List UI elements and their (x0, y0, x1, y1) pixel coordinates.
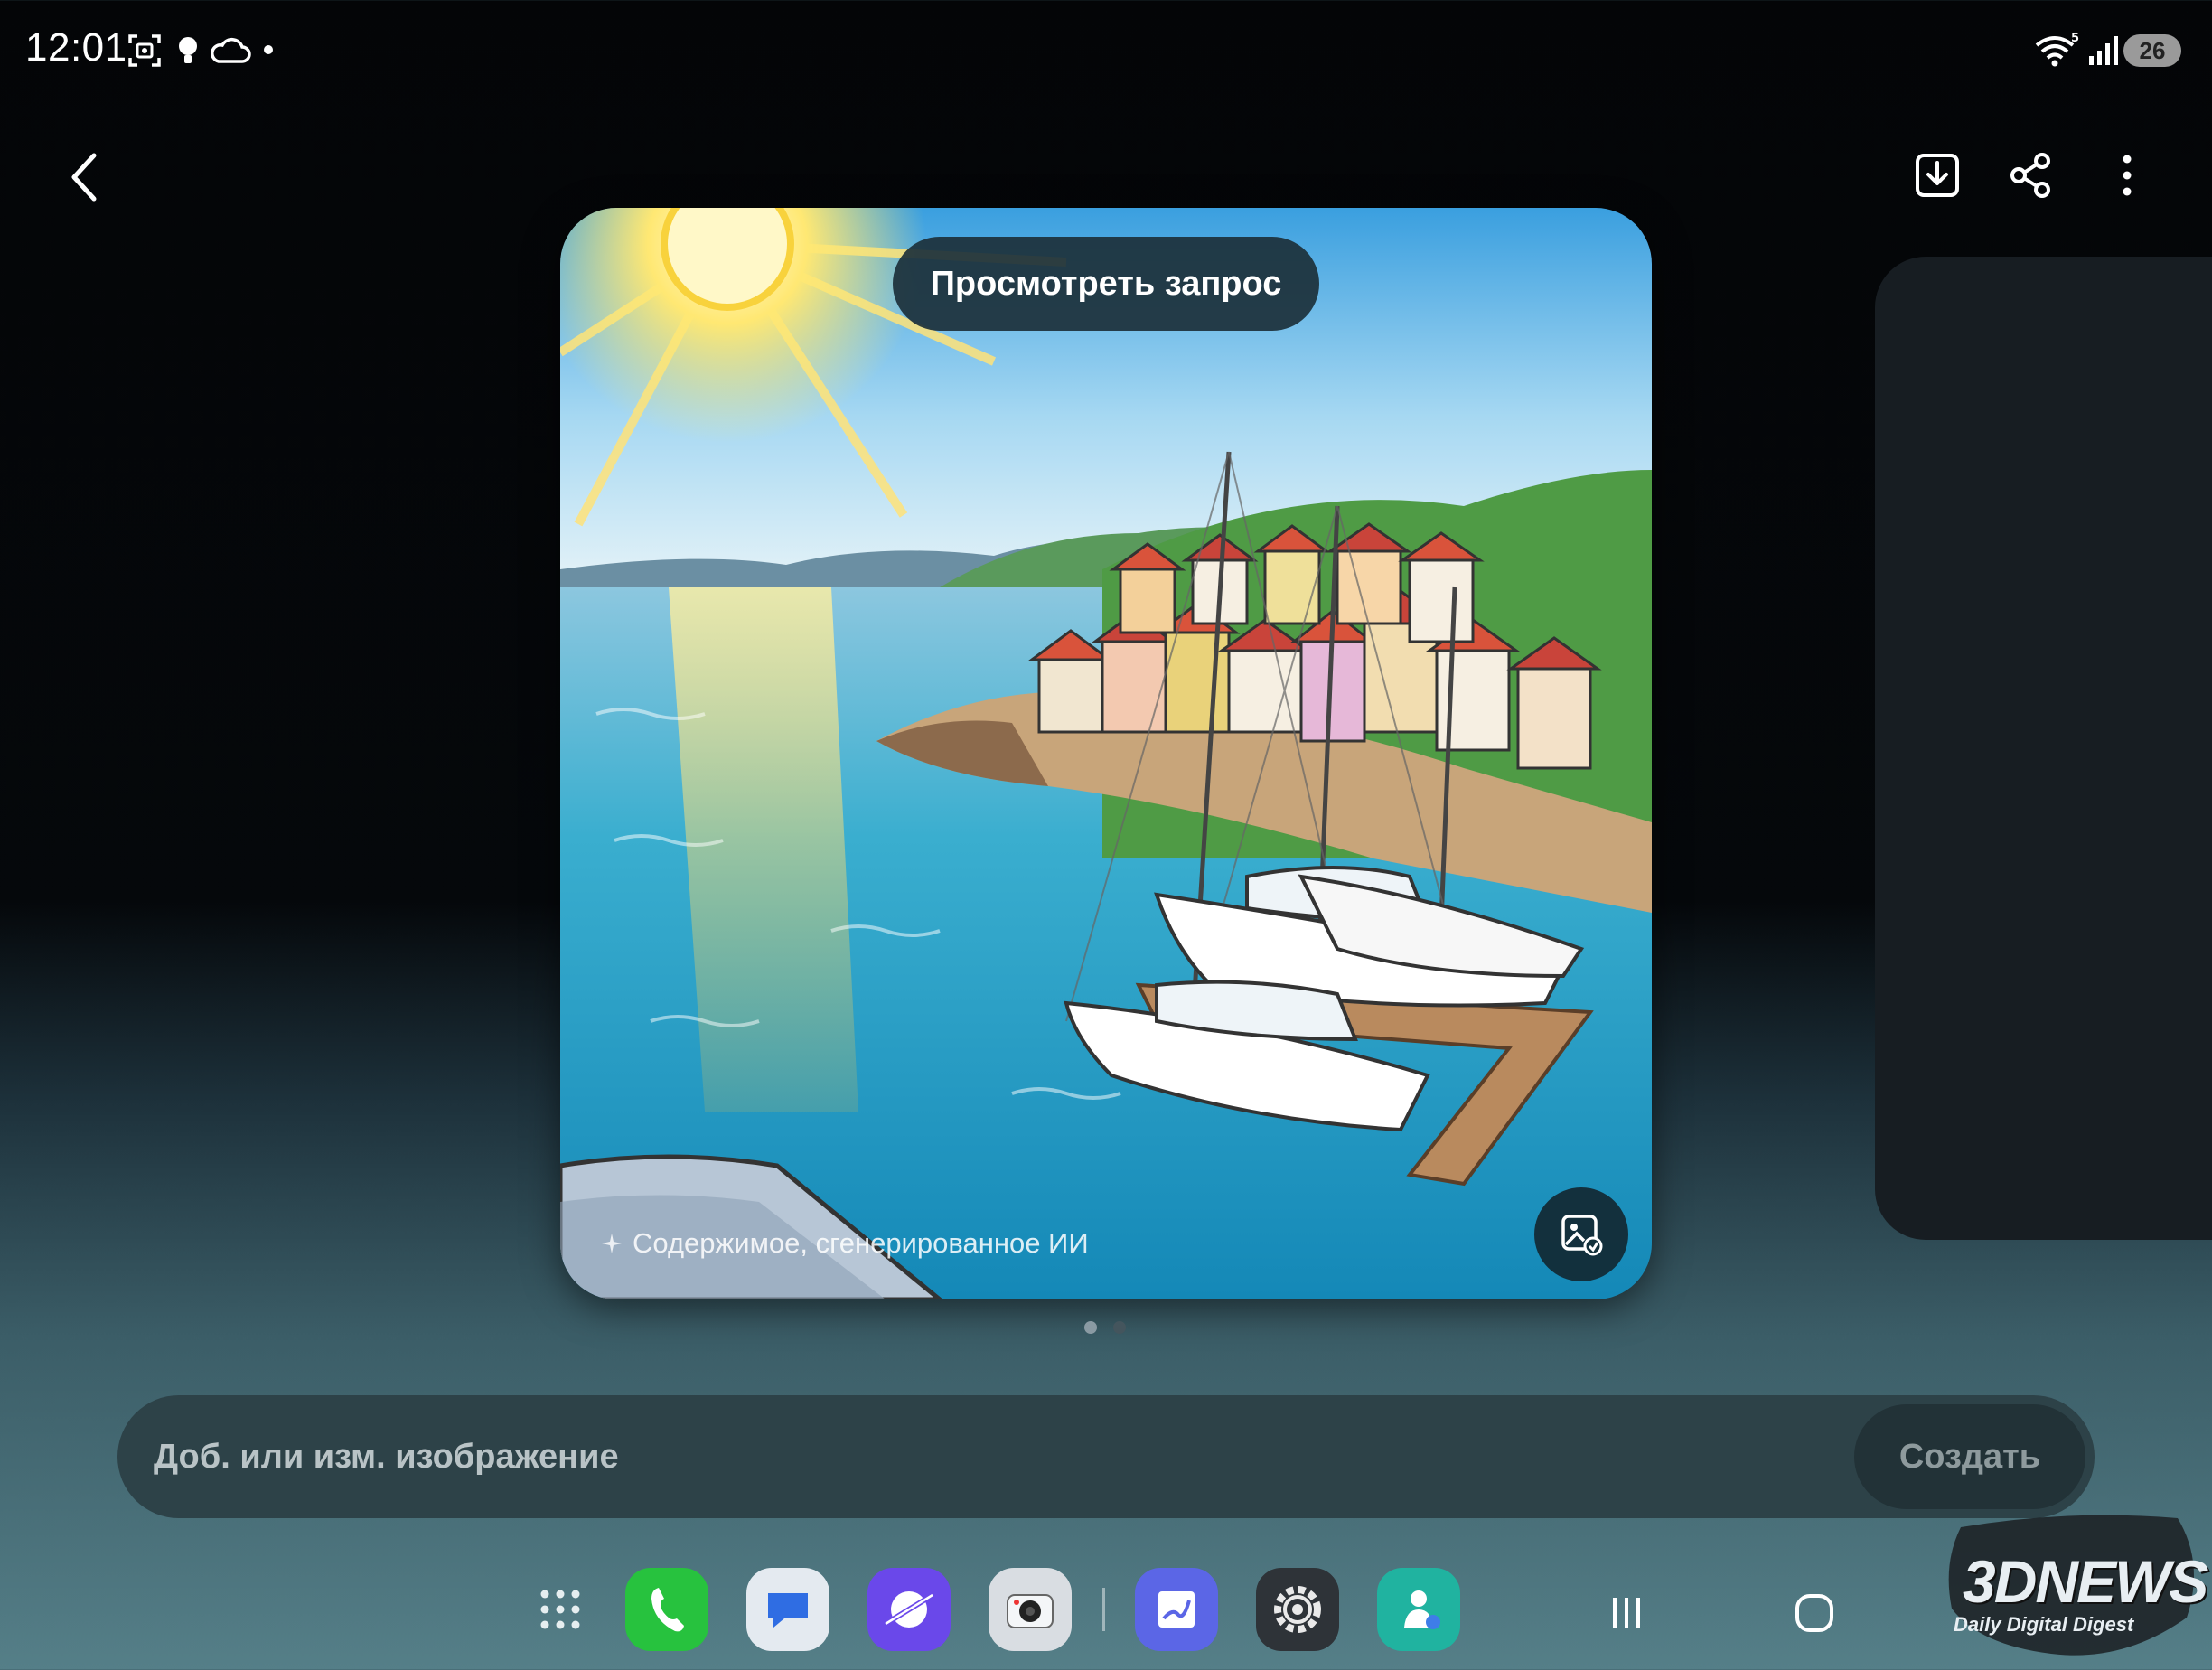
chevron-left-icon (71, 153, 97, 202)
status-bar: 12:01 5 26 (0, 0, 2212, 99)
signal-icon (2089, 36, 2118, 65)
phone-app-icon (651, 1588, 684, 1632)
messages-app[interactable] (746, 1568, 830, 1651)
lightbulb-icon (179, 37, 197, 63)
wifi-icon: 5 (2035, 32, 2079, 67)
create-button[interactable]: Создать (1854, 1404, 2085, 1509)
phone-app[interactable] (625, 1568, 708, 1651)
notes-app[interactable] (1135, 1568, 1218, 1651)
taskbar-dock (0, 1568, 2212, 1658)
camera-app-icon (1007, 1594, 1054, 1628)
more-vertical-icon (2123, 155, 2132, 196)
watermark-subtitle: Daily Digital Digest (1954, 1613, 2134, 1636)
back-button[interactable] (49, 141, 121, 213)
ai-label-text: Содержимое, сгенерированное ИИ (633, 1227, 1089, 1259)
settings-app-icon (1274, 1586, 1321, 1633)
apps-grid-icon (540, 1590, 580, 1629)
home-icon (1795, 1594, 1833, 1632)
more-options-button[interactable] (2091, 139, 2163, 211)
ai-generated-label: Содержимое, сгенерированное ИИ (600, 1227, 1089, 1260)
settings-app[interactable] (1256, 1568, 1339, 1651)
generated-image[interactable] (560, 208, 1652, 1299)
notes-app-icon (1158, 1591, 1195, 1628)
edit-image-button[interactable] (1534, 1187, 1628, 1281)
internet-app-icon (884, 1591, 934, 1628)
page-dot (1113, 1321, 1126, 1334)
recents-button[interactable] (1581, 1568, 1672, 1658)
page-dot-active (1084, 1321, 1097, 1334)
share-icon (2010, 153, 2050, 198)
share-button[interactable] (1995, 139, 2067, 211)
sparkle-icon (602, 1234, 622, 1253)
screen-capture-icon (128, 34, 161, 67)
next-image-preview[interactable] (1875, 257, 2212, 1240)
edit-image-icon (1561, 1215, 1603, 1256)
messages-app-icon (768, 1593, 808, 1628)
prompt-input[interactable]: Доб. или изм. изображение (154, 1395, 619, 1518)
watermark-title: 3DNEWS (1963, 1548, 2208, 1615)
download-button[interactable] (1901, 139, 1973, 211)
status-clock: 12:01 (25, 25, 127, 70)
view-prompt-button[interactable]: Просмотреть запрос (893, 237, 1319, 331)
camera-app[interactable] (989, 1568, 1072, 1651)
svg-text:5: 5 (2071, 32, 2079, 45)
bixby-app-icon (1404, 1590, 1440, 1629)
dock-separator (1102, 1588, 1105, 1631)
bixby-app[interactable] (1377, 1568, 1460, 1651)
recents-icon (1613, 1598, 1640, 1628)
battery-icon: 26 (2123, 34, 2181, 67)
watermark-logo: 3DNEWS Daily Digital Digest (1943, 1509, 2208, 1663)
notification-dot (264, 45, 273, 54)
prompt-input-bar[interactable]: Доб. или изм. изображение Создать (117, 1395, 2095, 1518)
internet-app[interactable] (867, 1568, 951, 1651)
page-indicator (1084, 1321, 1126, 1334)
home-button[interactable] (1769, 1568, 1860, 1658)
apps-grid-button[interactable] (519, 1568, 602, 1651)
download-icon (1916, 154, 1959, 197)
cloud-icon (211, 37, 251, 63)
